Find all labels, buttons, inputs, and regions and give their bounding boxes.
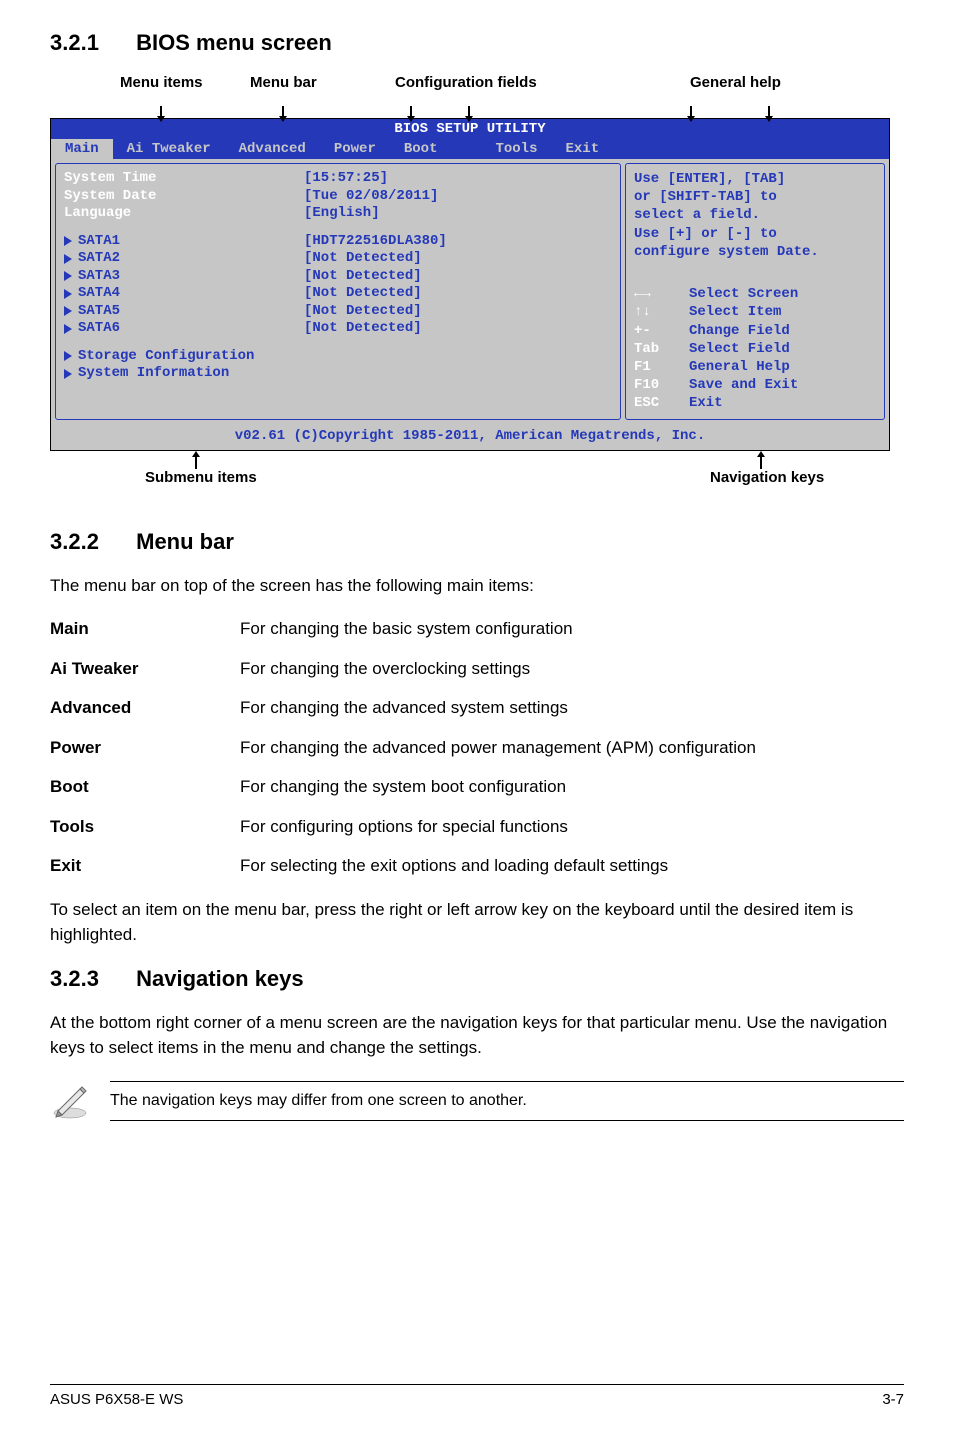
bios-row-system-info[interactable]: System Information	[64, 365, 612, 383]
bios-row-sata4[interactable]: SATA4 [Not Detected]	[64, 285, 612, 303]
bios-row-sata2[interactable]: SATA2 [Not Detected]	[64, 250, 612, 268]
top-callout-labels: Menu items Menu bar Configuration fields…	[50, 74, 904, 102]
table-desc: For changing the system boot configurati…	[240, 774, 904, 800]
table-desc: For changing the overclocking settings	[240, 656, 904, 682]
triangle-right-icon	[64, 289, 72, 299]
table-row: Exit For selecting the exit options and …	[50, 853, 904, 879]
pencil-note-icon	[50, 1079, 90, 1124]
section-number: 3.2.3	[50, 966, 130, 992]
bios-tab-aitweaker[interactable]: Ai Tweaker	[113, 139, 225, 159]
table-desc: For changing the advanced system setting…	[240, 695, 904, 721]
label-menu-bar: Menu bar	[250, 74, 317, 91]
bios-screenshot: BIOS SETUP UTILITY Main Ai Tweaker Advan…	[50, 118, 890, 451]
triangle-right-icon	[64, 306, 72, 316]
footer-right: 3-7	[882, 1391, 904, 1408]
triangle-right-icon	[64, 236, 72, 246]
section-heading-1: 3.2.1 BIOS menu screen	[50, 30, 904, 56]
table-label: Exit	[50, 853, 240, 879]
triangle-right-icon	[64, 369, 72, 379]
table-row: Power For changing the advanced power ma…	[50, 735, 904, 761]
bios-row-sata3[interactable]: SATA3 [Not Detected]	[64, 268, 612, 286]
bios-tab-power[interactable]: Power	[320, 139, 390, 159]
footer-left: ASUS P6X58-E WS	[50, 1391, 183, 1408]
bios-footer: v02.61 (C)Copyright 1985-2011, American …	[51, 424, 889, 450]
bios-tab-boot[interactable]: Boot	[390, 139, 452, 159]
bios-row-language[interactable]: Language [English]	[64, 205, 612, 223]
bios-left-panel: System Time [15:57:25] System Date [Tue …	[55, 163, 621, 420]
table-row: Boot For changing the system boot config…	[50, 774, 904, 800]
table-desc: For changing the basic system configurat…	[240, 616, 904, 642]
table-label: Advanced	[50, 695, 240, 721]
table-label: Main	[50, 616, 240, 642]
bios-title: BIOS SETUP UTILITY	[51, 119, 889, 139]
section-heading-3: 3.2.3 Navigation keys	[50, 966, 904, 992]
triangle-right-icon	[64, 271, 72, 281]
table-row: Tools For configuring options for specia…	[50, 814, 904, 840]
bios-tab-exit[interactable]: Exit	[551, 139, 613, 159]
section-title: BIOS menu screen	[136, 30, 332, 55]
table-desc: For changing the advanced power manageme…	[240, 735, 904, 761]
triangle-right-icon	[64, 351, 72, 361]
triangle-right-icon	[64, 254, 72, 264]
bios-right-panel: Use [ENTER], [TAB] or [SHIFT-TAB] to sel…	[625, 163, 885, 420]
bios-tab-advanced[interactable]: Advanced	[225, 139, 320, 159]
table-label: Power	[50, 735, 240, 761]
label-navigation-keys: Navigation keys	[710, 469, 824, 486]
bios-tab-main[interactable]: Main	[51, 139, 113, 159]
section-number: 3.2.1	[50, 30, 130, 56]
bios-row-storage-config[interactable]: Storage Configuration	[64, 348, 612, 366]
page-footer: ASUS P6X58-E WS 3-7	[50, 1384, 904, 1408]
bios-row-system-date[interactable]: System Date [Tue 02/08/2011]	[64, 188, 612, 206]
table-row: Advanced For changing the advanced syste…	[50, 695, 904, 721]
bios-row-sata1[interactable]: SATA1 [HDT722516DLA380]	[64, 233, 612, 251]
label-submenu-items: Submenu items	[145, 469, 257, 486]
table-row: Main For changing the basic system confi…	[50, 616, 904, 642]
bios-row-sata6[interactable]: SATA6 [Not Detected]	[64, 320, 612, 338]
bios-row-system-time[interactable]: System Time [15:57:25]	[64, 170, 612, 188]
bios-menubar: Main Ai Tweaker Advanced Power Boot Tool…	[51, 139, 889, 159]
label-config-fields: Configuration fields	[395, 74, 537, 91]
section-title: Navigation keys	[136, 966, 304, 991]
bios-tab-tools[interactable]: Tools	[481, 139, 551, 159]
table-row: Ai Tweaker For changing the overclocking…	[50, 656, 904, 682]
table-label: Tools	[50, 814, 240, 840]
section-title: Menu bar	[136, 529, 234, 554]
label-menu-items: Menu items	[120, 74, 203, 91]
bios-help-text: Use [ENTER], [TAB] or [SHIFT-TAB] to sel…	[634, 170, 876, 261]
select-item-text: To select an item on the menu bar, press…	[50, 897, 904, 948]
table-label: Ai Tweaker	[50, 656, 240, 682]
bios-row-sata5[interactable]: SATA5 [Not Detected]	[64, 303, 612, 321]
label-general-help: General help	[690, 74, 781, 91]
menubar-items-table: Main For changing the basic system confi…	[50, 616, 904, 879]
section-heading-2: 3.2.2 Menu bar	[50, 529, 904, 555]
bottom-callout-labels: Submenu items Navigation keys	[50, 455, 904, 489]
table-desc: For selecting the exit options and loadi…	[240, 853, 904, 879]
navkeys-intro-text: At the bottom right corner of a menu scr…	[50, 1010, 904, 1061]
note-row: The navigation keys may differ from one …	[50, 1079, 904, 1124]
table-desc: For configuring options for special func…	[240, 814, 904, 840]
bios-nav-keys: ←→Select Screen ↑↓Select Item +-Change F…	[634, 285, 876, 412]
top-callout-arrows	[50, 106, 904, 118]
triangle-right-icon	[64, 324, 72, 334]
note-text: The navigation keys may differ from one …	[110, 1081, 904, 1121]
menubar-intro-text: The menu bar on top of the screen has th…	[50, 573, 904, 599]
table-label: Boot	[50, 774, 240, 800]
section-number: 3.2.2	[50, 529, 130, 555]
